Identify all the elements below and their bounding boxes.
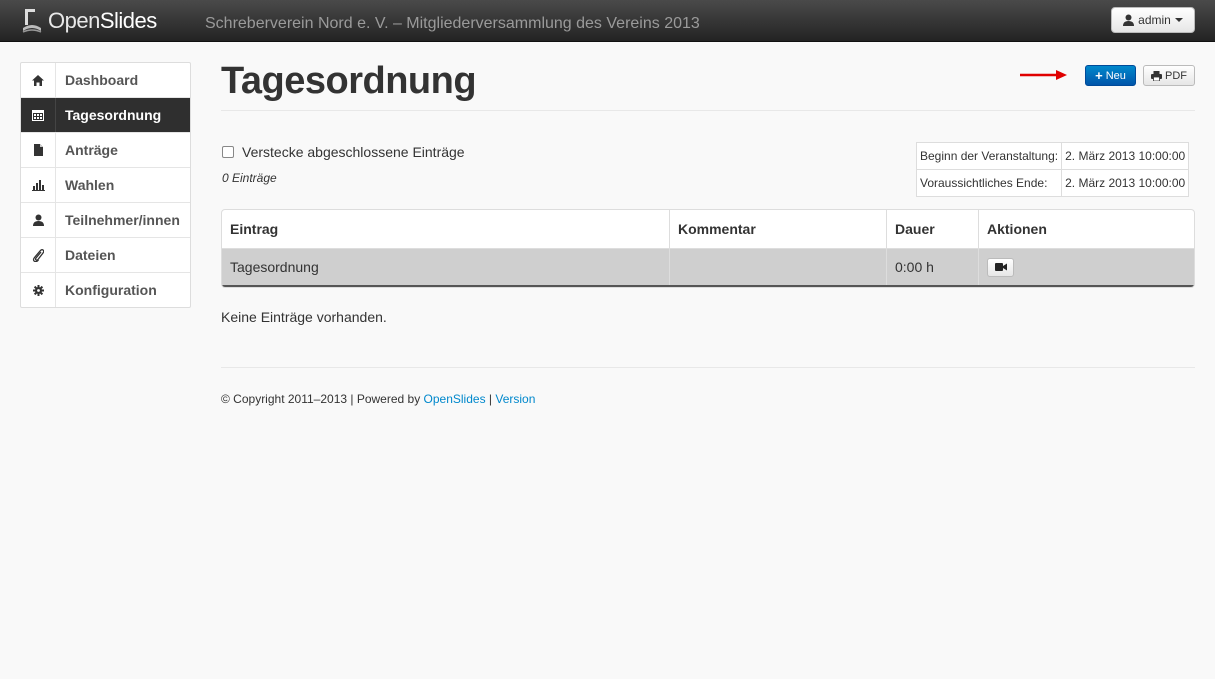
sidebar-item-label: Teilnehmer/innen bbox=[65, 212, 180, 228]
page-title: Tagesordnung bbox=[221, 60, 477, 102]
bar-chart-icon bbox=[21, 168, 56, 202]
sidebar-item-wahlen[interactable]: Wahlen bbox=[21, 167, 190, 202]
sidebar-item-konfiguration[interactable]: Konfiguration bbox=[21, 272, 190, 307]
entry-duration: 0:00 h bbox=[886, 249, 978, 285]
caret-down-icon bbox=[1174, 18, 1183, 22]
copyright-text: © Copyright 2011–2013 | Powered by bbox=[221, 392, 424, 406]
version-link[interactable]: Version bbox=[495, 392, 535, 406]
agenda-table: Eintrag Kommentar Dauer Aktionen Tagesor… bbox=[221, 209, 1195, 288]
logo-text: OpenSlides bbox=[48, 8, 157, 33]
plus-icon: + bbox=[1095, 68, 1103, 83]
table-row[interactable]: Tagesordnung 0:00 h bbox=[222, 248, 1194, 287]
sidebar-item-dateien[interactable]: Dateien bbox=[21, 237, 190, 272]
user-menu-label: admin bbox=[1138, 13, 1171, 27]
sidebar-item-label: Dashboard bbox=[65, 72, 139, 88]
table-header-row: Eintrag Kommentar Dauer Aktionen bbox=[222, 210, 1194, 248]
sidebar-item-teilnehmer[interactable]: Teilnehmer/innen bbox=[21, 202, 190, 237]
sidebar-item-label: Wahlen bbox=[65, 177, 115, 193]
hide-closed-label: Verstecke abgeschlossene Einträge bbox=[242, 144, 465, 160]
event-title: Schreberverein Nord e. V. – Mitgliederve… bbox=[205, 15, 700, 32]
column-header-actions: Aktionen bbox=[978, 210, 1194, 248]
sidebar-item-label: Konfiguration bbox=[65, 282, 157, 298]
entry-count: 0 Einträge bbox=[222, 171, 277, 185]
event-info-row: Voraussichtliches Ende: 2. März 2013 10:… bbox=[915, 169, 1190, 197]
entry-title[interactable]: Tagesordnung bbox=[222, 249, 669, 285]
user-icon bbox=[21, 203, 56, 237]
video-camera-icon bbox=[994, 263, 1007, 271]
logo-icon bbox=[22, 9, 42, 33]
empty-message: Keine Einträge vorhanden. bbox=[221, 309, 387, 325]
pdf-label: PDF bbox=[1165, 69, 1187, 82]
print-icon bbox=[1151, 70, 1162, 81]
event-info-value: 2. März 2013 10:00:00 bbox=[1061, 169, 1190, 197]
column-header-duration[interactable]: Dauer bbox=[886, 210, 978, 248]
paperclip-icon bbox=[21, 238, 56, 272]
hide-closed-checkbox[interactable] bbox=[222, 146, 234, 158]
project-button[interactable] bbox=[987, 257, 1014, 277]
entry-comment bbox=[669, 249, 886, 285]
hide-closed-toggle[interactable]: Verstecke abgeschlossene Einträge bbox=[222, 144, 465, 160]
user-icon bbox=[1123, 14, 1135, 26]
openslides-link[interactable]: OpenSlides bbox=[424, 392, 486, 406]
cog-icon bbox=[21, 273, 56, 307]
sidebar-item-label: Tagesordnung bbox=[65, 107, 162, 123]
new-item-button[interactable]: + Neu bbox=[1085, 65, 1136, 86]
pdf-button[interactable]: PDF bbox=[1143, 65, 1195, 86]
user-menu-button[interactable]: admin bbox=[1111, 7, 1195, 33]
new-item-label: Neu bbox=[1105, 69, 1126, 82]
event-info-label: Beginn der Veranstaltung: bbox=[915, 142, 1063, 170]
entry-actions bbox=[978, 249, 1194, 285]
event-info-table: Beginn der Veranstaltung: 2. März 2013 1… bbox=[915, 142, 1190, 197]
footer-divider bbox=[221, 367, 1195, 368]
sidebar-item-label: Dateien bbox=[65, 247, 116, 263]
home-icon bbox=[21, 63, 56, 97]
sidebar-item-label: Anträge bbox=[65, 142, 118, 158]
footer: © Copyright 2011–2013 | Powered by OpenS… bbox=[221, 392, 535, 406]
column-header-entry[interactable]: Eintrag bbox=[222, 210, 669, 248]
red-arrow-annotation bbox=[1020, 70, 1067, 80]
openslides-logo[interactable]: OpenSlides bbox=[22, 7, 157, 35]
event-info-label: Voraussichtliches Ende: bbox=[915, 169, 1063, 197]
event-info-row: Beginn der Veranstaltung: 2. März 2013 1… bbox=[915, 142, 1190, 170]
calendar-icon bbox=[21, 98, 56, 132]
event-info-value: 2. März 2013 10:00:00 bbox=[1061, 142, 1190, 170]
footer-separator: | bbox=[485, 392, 496, 406]
sidebar-item-dashboard[interactable]: Dashboard bbox=[21, 63, 190, 97]
title-divider bbox=[221, 110, 1195, 111]
top-navbar: OpenSlides Schreberverein Nord e. V. – M… bbox=[0, 0, 1215, 42]
sidebar-item-tagesordnung[interactable]: Tagesordnung bbox=[21, 97, 190, 132]
file-icon bbox=[21, 133, 56, 167]
column-header-comment[interactable]: Kommentar bbox=[669, 210, 886, 248]
sidebar-nav: Dashboard Tagesordnung Anträge Wahlen Te… bbox=[20, 62, 191, 308]
sidebar-item-antraege[interactable]: Anträge bbox=[21, 132, 190, 167]
